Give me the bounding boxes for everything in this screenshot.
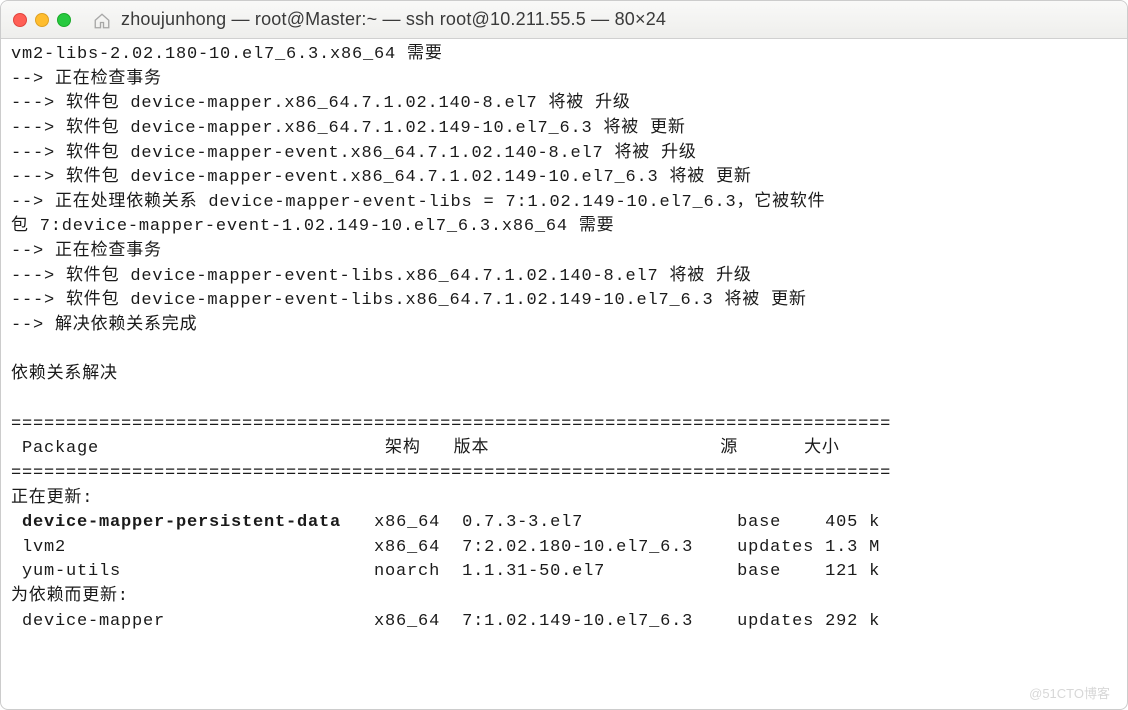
traffic-lights [13,13,71,27]
terminal-line: device-mapper-persistent-data x86_64 0.7… [11,511,1117,536]
terminal-line: ---> 软件包 device-mapper-event-libs.x86_64… [11,289,1117,314]
terminal-line: ========================================… [11,462,1117,487]
terminal-line: 为依赖而更新: [11,585,1117,610]
terminal-output[interactable]: vm2-libs-2.02.180-10.el7_6.3.x86_64 需要--… [1,39,1127,634]
terminal-line: ---> 软件包 device-mapper.x86_64.7.1.02.149… [11,117,1117,142]
window-title: zhoujunhong — root@Master:~ — ssh root@1… [121,6,666,32]
close-window-button[interactable] [13,13,27,27]
terminal-line: 依赖关系解决 [11,363,1117,388]
terminal-line [11,339,1117,364]
terminal-line: ---> 软件包 device-mapper.x86_64.7.1.02.140… [11,92,1117,117]
terminal-line [11,388,1117,413]
terminal-line: --> 正在处理依赖关系 device-mapper-event-libs = … [11,191,1117,216]
terminal-line: ---> 软件包 device-mapper-event-libs.x86_64… [11,265,1117,290]
minimize-window-button[interactable] [35,13,49,27]
window-title-group: zhoujunhong — root@Master:~ — ssh root@1… [93,6,666,32]
terminal-line: 正在更新: [11,487,1117,512]
terminal-line: device-mapper x86_64 7:1.02.149-10.el7_6… [11,610,1117,635]
window-titlebar: zhoujunhong — root@Master:~ — ssh root@1… [1,1,1127,39]
terminal-line: --> 正在检查事务 [11,68,1117,93]
home-icon [93,11,111,29]
terminal-line: ========================================… [11,413,1117,438]
terminal-line: lvm2 x86_64 7:2.02.180-10.el7_6.3 update… [11,536,1117,561]
terminal-line: Package 架构 版本 源 大小 [11,437,1117,462]
terminal-line: ---> 软件包 device-mapper-event.x86_64.7.1.… [11,166,1117,191]
terminal-line: vm2-libs-2.02.180-10.el7_6.3.x86_64 需要 [11,43,1117,68]
terminal-line: 包 7:device-mapper-event-1.02.149-10.el7_… [11,215,1117,240]
terminal-line: --> 解决依赖关系完成 [11,314,1117,339]
terminal-line: yum-utils noarch 1.1.31-50.el7 base 121 … [11,560,1117,585]
watermark-text: @51CTO博客 [1029,685,1110,704]
terminal-line: ---> 软件包 device-mapper-event.x86_64.7.1.… [11,142,1117,167]
maximize-window-button[interactable] [57,13,71,27]
terminal-line: --> 正在检查事务 [11,240,1117,265]
